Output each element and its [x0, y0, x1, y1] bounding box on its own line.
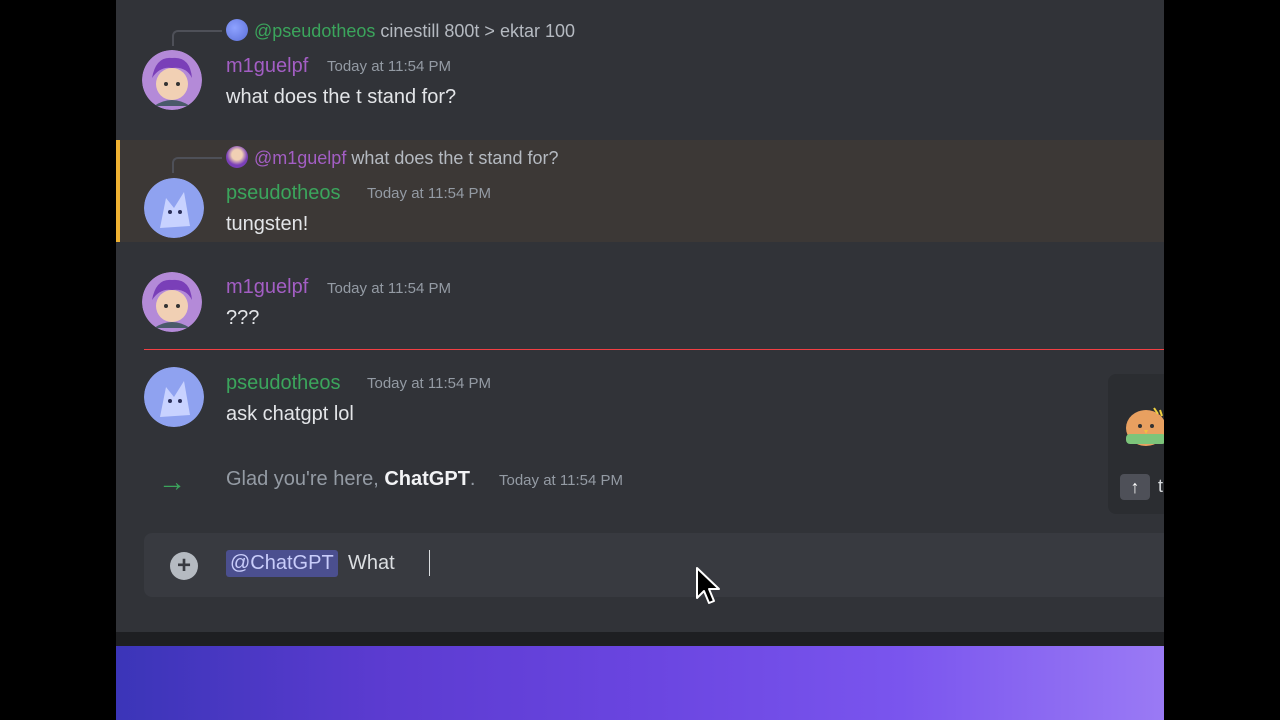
author-name[interactable]: m1guelpf [226, 55, 308, 78]
desktop-background [116, 646, 1164, 720]
sticker-icon [1126, 407, 1164, 446]
text-caret [429, 550, 430, 576]
reply-avatar [226, 146, 248, 168]
message-text: tungsten! [226, 213, 309, 235]
avatar[interactable] [142, 272, 202, 332]
message-item[interactable]: pseudotheos Today at 11:54 PM ask chatgp… [116, 360, 1164, 440]
message-text: ask chatgpt lol [226, 403, 354, 425]
timestamp: Today at 11:54 PM [367, 185, 491, 202]
message-item[interactable]: m1guelpf Today at 11:54 PM ??? [116, 262, 1164, 342]
avatar[interactable] [142, 50, 202, 110]
timestamp: Today at 11:54 PM [327, 58, 451, 75]
message-composer[interactable]: + @ChatGPT What [144, 533, 1164, 597]
window-bottom-edge [116, 632, 1164, 646]
plus-circle-icon[interactable]: + [170, 552, 198, 580]
join-suffix: . [469, 468, 476, 490]
reply-author[interactable]: @m1guelpf [254, 148, 346, 168]
reply-spine [172, 30, 222, 46]
reply-text: cinestill 800t > ektar 100 [380, 21, 575, 41]
reply-spine [172, 157, 222, 173]
wave-sticker-popup[interactable]: ↑ t [1108, 374, 1164, 514]
chat-panel: @pseudotheos cinestill 800t > ektar 100 … [116, 0, 1164, 632]
message-item[interactable]: @m1guelpf what does the t stand for? pse… [116, 140, 1164, 242]
join-user[interactable]: ChatGPT [384, 468, 470, 490]
arrow-up-icon[interactable]: ↑ [1120, 474, 1150, 500]
reply-preview[interactable]: @m1guelpf what does the t stand for? [226, 146, 558, 169]
popup-partial-text: t [1158, 476, 1164, 496]
mouse-cursor-icon [696, 567, 720, 604]
reply-author[interactable]: @pseudotheos [254, 21, 375, 41]
new-messages-divider [144, 349, 1164, 350]
author-name[interactable]: m1guelpf [226, 276, 308, 299]
reply-preview[interactable]: @pseudotheos cinestill 800t > ektar 100 [226, 19, 575, 42]
message-text: ??? [226, 307, 260, 329]
join-message[interactable]: → Glad you're here, ChatGPT. Today at 11… [116, 458, 1164, 502]
composer-text[interactable]: What [348, 552, 395, 575]
join-arrow-icon: → [158, 466, 186, 497]
reply-avatar [226, 19, 248, 41]
join-text: Glad you're here, ChatGPT. [226, 468, 475, 491]
timestamp: Today at 11:54 PM [499, 472, 623, 489]
reply-text: what does the t stand for? [351, 148, 559, 168]
message-text: what does the t stand for? [226, 86, 457, 108]
timestamp: Today at 11:54 PM [367, 375, 491, 392]
mention-chip[interactable]: @ChatGPT [226, 550, 338, 577]
avatar[interactable] [144, 367, 204, 427]
message-item[interactable]: @pseudotheos cinestill 800t > ektar 100 … [116, 0, 1164, 130]
join-prefix: Glad you're here, [226, 468, 385, 490]
author-name[interactable]: pseudotheos [226, 372, 341, 395]
timestamp: Today at 11:54 PM [327, 280, 451, 297]
author-name[interactable]: pseudotheos [226, 182, 341, 205]
avatar[interactable] [144, 178, 204, 238]
